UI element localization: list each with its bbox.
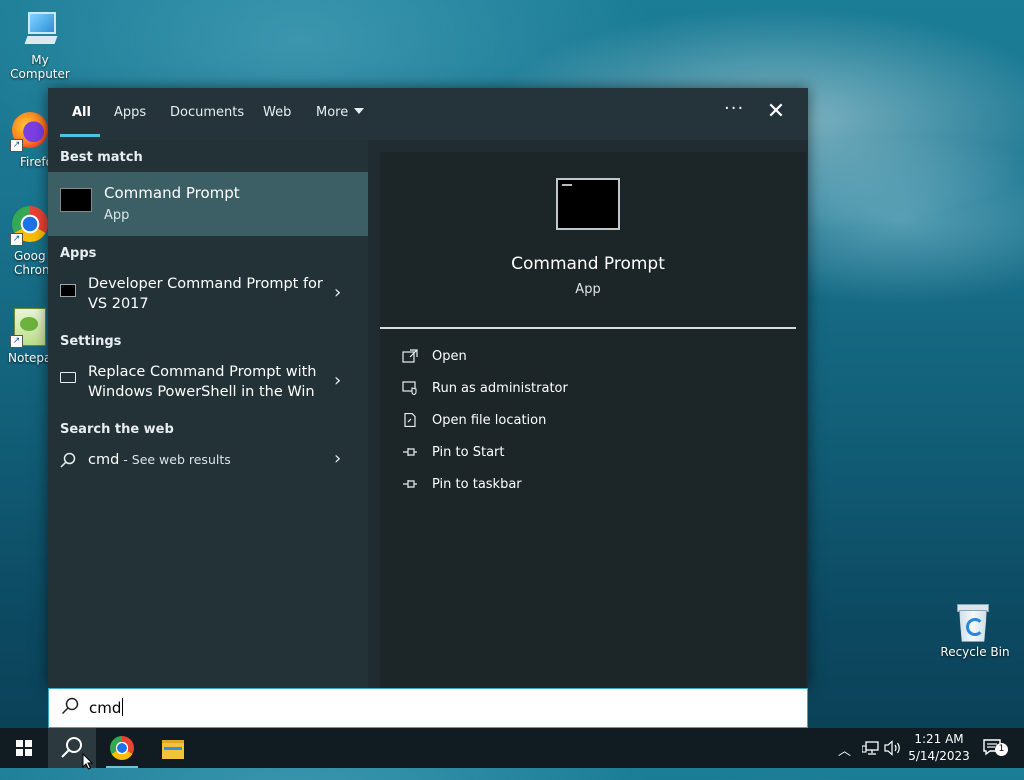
desktop-icon-label: Goog Chron xyxy=(14,249,50,277)
list-item-developer-command-prompt[interactable]: Developer Command Prompt for VS 2017 › xyxy=(48,270,368,316)
search-tabs-bar: All Apps Documents Web More ··· ✕ xyxy=(48,88,808,140)
best-match-item[interactable]: Command Prompt App xyxy=(48,172,368,236)
list-item-replace-command-prompt[interactable]: Replace Command Prompt with Windows Powe… xyxy=(48,358,368,404)
mouse-cursor-icon xyxy=(82,753,94,770)
text-cursor xyxy=(122,698,124,716)
action-center-button[interactable]: 1 xyxy=(982,738,1008,760)
results-list: Best match Command Prompt App Apps Devel… xyxy=(48,140,368,688)
chevron-right-icon[interactable]: › xyxy=(334,370,341,391)
tray-chevron-up-icon[interactable]: ︿ xyxy=(838,740,851,780)
shortcut-arrow-icon: ↗ xyxy=(10,233,23,246)
folder-icon xyxy=(162,740,184,759)
action-open[interactable]: Open xyxy=(402,346,782,370)
volume-icon[interactable] xyxy=(884,740,902,756)
action-label: Pin to taskbar xyxy=(432,477,522,492)
recycle-bin-icon xyxy=(955,602,995,642)
preview-subtitle: App xyxy=(575,282,601,297)
chevron-right-icon[interactable]: › xyxy=(334,448,341,469)
pin-icon xyxy=(403,480,417,488)
tab-all[interactable]: All xyxy=(72,105,91,120)
action-label: Open xyxy=(432,349,467,364)
section-best-match: Best match xyxy=(60,150,143,165)
clock-time: 1:21 AM xyxy=(914,732,964,746)
monitor-icon xyxy=(60,372,76,383)
web-suffix: - See web results xyxy=(119,452,231,467)
search-icon xyxy=(60,452,76,468)
desktop-icon-firefox[interactable]: ↗ Firefo xyxy=(0,112,53,169)
action-run-as-administrator[interactable]: Run as administrator xyxy=(402,378,782,402)
desktop-icon-notepad[interactable]: ↗ Notepa xyxy=(0,308,52,365)
taskbar-clock[interactable]: 1:21 AM 5/14/2023 xyxy=(906,731,972,765)
section-settings: Settings xyxy=(60,334,122,349)
action-pin-to-start[interactable]: Pin to Start xyxy=(402,442,782,466)
web-result-text: cmd - See web results xyxy=(88,450,328,470)
desktop-icon-label: Recycle Bin xyxy=(940,645,1010,659)
best-match-subtitle: App xyxy=(104,208,130,223)
action-label: Open file location xyxy=(432,413,547,428)
list-item-label: Replace Command Prompt with Windows Powe… xyxy=(88,364,317,400)
section-apps: Apps xyxy=(60,246,97,261)
tab-more-label: More xyxy=(316,105,349,120)
taskbar-chrome[interactable] xyxy=(98,728,146,768)
chrome-icon xyxy=(110,736,134,760)
search-icon xyxy=(61,697,79,715)
action-pin-to-taskbar[interactable]: Pin to taskbar xyxy=(402,474,782,498)
action-label: Pin to Start xyxy=(432,445,505,460)
taskbar: ︿ 1:21 AM 5/14/2023 1 xyxy=(0,728,1024,770)
close-icon[interactable]: ✕ xyxy=(764,100,788,124)
desktop-icon-my-computer[interactable]: My Computer xyxy=(0,10,80,81)
pin-icon xyxy=(403,448,417,456)
search-icon xyxy=(61,737,82,758)
search-input[interactable]: cmd xyxy=(89,698,124,717)
search-input-value: cmd xyxy=(89,699,122,717)
notification-badge: 1 xyxy=(995,743,1008,756)
tab-web[interactable]: Web xyxy=(263,105,291,120)
command-prompt-icon xyxy=(60,284,76,297)
more-options-icon[interactable]: ··· xyxy=(724,98,744,119)
preview-title: Command Prompt xyxy=(511,254,665,274)
search-panel: All Apps Documents Web More ··· ✕ Best m… xyxy=(48,88,808,688)
best-match-title: Command Prompt xyxy=(104,184,240,202)
active-tab-indicator xyxy=(60,134,100,137)
file-location-icon xyxy=(404,413,416,427)
desktop-icon-chrome[interactable]: ↗ Goog Chron xyxy=(0,206,50,277)
list-item-web-results[interactable]: cmd - See web results › xyxy=(48,444,368,476)
desktop-icon-label: My Computer xyxy=(10,53,70,81)
action-label: Run as administrator xyxy=(432,381,568,396)
command-prompt-large-icon xyxy=(556,178,620,230)
computer-icon xyxy=(20,10,60,50)
desktop-icon-label: Firefo xyxy=(20,155,53,169)
chevron-right-icon[interactable]: › xyxy=(334,282,341,303)
network-icon[interactable] xyxy=(862,740,880,756)
action-open-file-location[interactable]: Open file location xyxy=(402,410,782,434)
taskbar-search-button[interactable] xyxy=(48,728,96,770)
caret-down-icon xyxy=(354,108,365,114)
taskbar-file-explorer[interactable] xyxy=(148,728,196,768)
web-query: cmd xyxy=(88,452,120,468)
tab-apps[interactable]: Apps xyxy=(114,105,146,120)
preview-divider xyxy=(380,327,796,329)
start-button[interactable] xyxy=(0,728,48,768)
section-search-web: Search the web xyxy=(60,422,174,437)
preview-pane: Command Prompt App Open Run as administr… xyxy=(380,152,806,688)
desktop-icon-label: Notepa xyxy=(8,351,52,365)
command-prompt-icon xyxy=(60,188,92,212)
open-icon xyxy=(402,349,418,363)
clock-date: 5/14/2023 xyxy=(908,749,970,763)
tab-more[interactable]: More xyxy=(316,105,365,120)
shortcut-arrow-icon: ↗ xyxy=(10,335,23,348)
tab-documents[interactable]: Documents xyxy=(170,105,244,120)
shortcut-arrow-icon: ↗ xyxy=(10,139,23,152)
search-box[interactable]: cmd xyxy=(48,688,808,728)
desktop-icon-recycle-bin[interactable]: Recycle Bin xyxy=(935,602,1015,659)
windows-logo-icon xyxy=(16,740,32,756)
shield-icon xyxy=(402,381,417,395)
list-item-label: Developer Command Prompt for VS 2017 xyxy=(88,276,323,312)
